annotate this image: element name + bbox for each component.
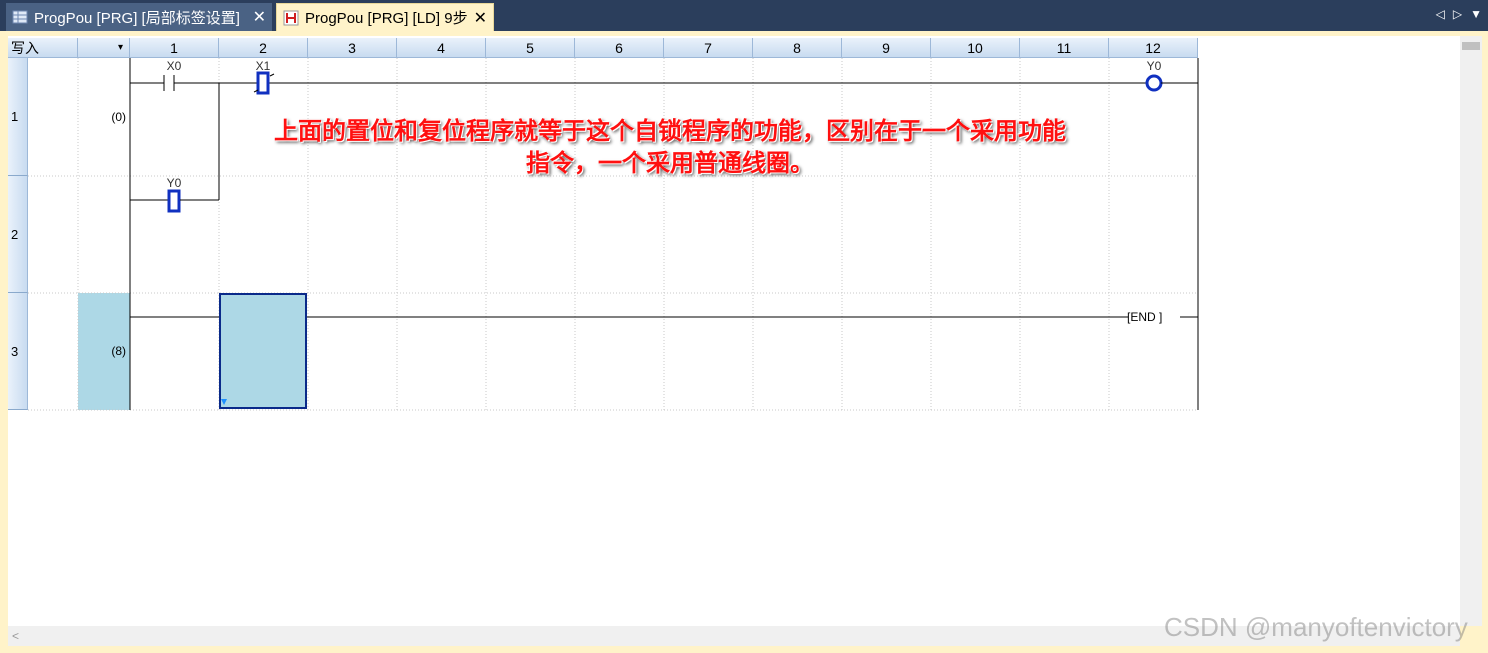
- watermark: CSDN @manyoftenvictory: [1164, 612, 1468, 642]
- chevron-down-icon[interactable]: ▼: [1470, 7, 1482, 21]
- document-tab-bar: ProgPou [PRG] [局部标签设置] ✕ ProgPou [PRG] […: [0, 0, 1488, 33]
- contact-label-y0: Y0: [166, 176, 182, 190]
- end-instruction[interactable]: [END ]: [1127, 310, 1162, 324]
- chevron-right-icon[interactable]: ▷: [1453, 7, 1462, 21]
- close-icon[interactable]: ✕: [253, 7, 266, 27]
- chevron-left-icon[interactable]: ◁: [1436, 7, 1445, 21]
- contact-label-x0: X0: [166, 59, 182, 73]
- tab-ladder-program[interactable]: ProgPou [PRG] [LD] 9步 ✕: [276, 3, 494, 31]
- tab-navigation: ◁ ▷ ▼: [1436, 7, 1482, 21]
- scroll-thumb[interactable]: [1462, 42, 1480, 50]
- ladder-icon: [283, 10, 299, 25]
- tab-label: ProgPou [PRG] [LD] 9步: [305, 10, 468, 27]
- annotation-line: 上面的置位和复位程序就等于这个自锁程序的功能，区别在于一个采用功能: [274, 116, 1066, 145]
- tab-local-labels[interactable]: ProgPou [PRG] [局部标签设置] ✕: [6, 3, 272, 31]
- tab-label: ProgPou [PRG] [局部标签设置]: [34, 9, 240, 27]
- close-icon[interactable]: ✕: [474, 8, 487, 28]
- vertical-scrollbar[interactable]: [1460, 36, 1482, 626]
- contact-label-x1: X1: [255, 59, 271, 73]
- coil-label-y0: Y0: [1146, 59, 1162, 73]
- table-icon: [12, 10, 28, 24]
- annotation-line: 指令，一个采用普通线圈。: [526, 148, 814, 177]
- scroll-left-arrow-icon[interactable]: <: [12, 629, 19, 643]
- annotation-text: 上面的置位和复位程序就等于这个自锁程序的功能，区别在于一个采用功能 指令，一个采…: [215, 115, 1125, 179]
